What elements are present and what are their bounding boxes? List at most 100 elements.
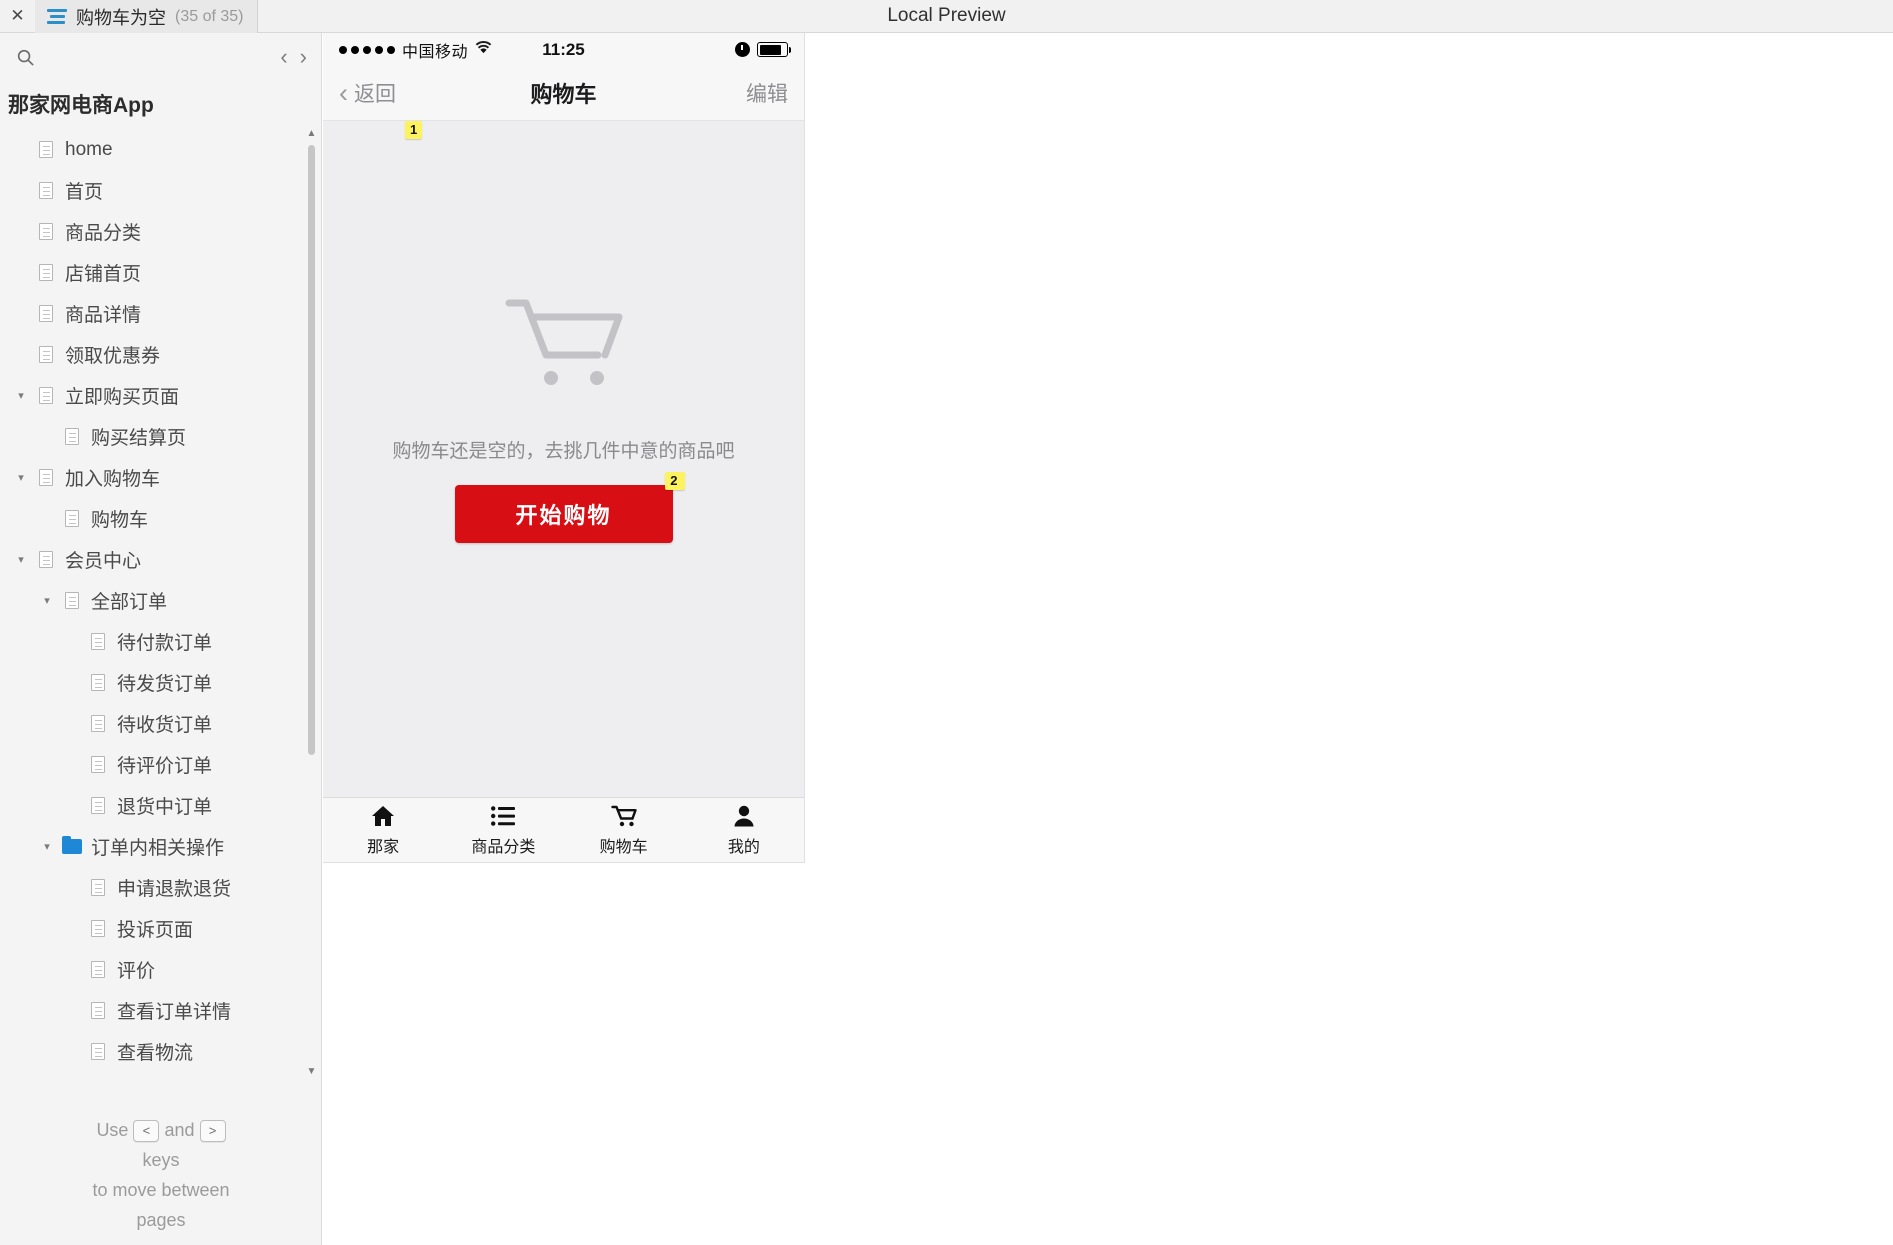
tree-item-label: 订单内相关操作 <box>91 838 225 859</box>
tree-item[interactable]: 待付款订单 <box>0 621 301 662</box>
document-icon <box>58 592 86 609</box>
tab-home[interactable]: 那家 <box>323 804 443 857</box>
tree-item[interactable]: 待发货订单 <box>0 662 301 703</box>
tree-item[interactable]: ▾ 立即购买页面 <box>0 375 301 416</box>
document-icon <box>32 387 60 404</box>
document-icon <box>84 920 112 937</box>
tree-item-label: 待评价订单 <box>117 756 213 777</box>
tab-categories[interactable]: 商品分类 <box>443 804 563 857</box>
tree-scrollbar[interactable]: ▲ ▼ <box>306 129 317 1079</box>
hint-line3: to move between <box>92 1180 230 1200</box>
document-icon <box>84 756 112 773</box>
tree-item-label: 申请退款退货 <box>117 879 232 900</box>
hint-line2: keys <box>142 1150 180 1170</box>
tree-item[interactable]: 投诉页面 <box>0 908 301 949</box>
hint-and: and <box>164 1120 195 1140</box>
tree-item-label: 查看订单详情 <box>117 1002 232 1023</box>
tree-item-label: home <box>65 138 113 160</box>
tree-item-label: 投诉页面 <box>117 920 194 941</box>
scrollbar-thumb[interactable] <box>308 145 315 755</box>
window-title: Local Preview <box>887 5 1006 26</box>
battery-icon <box>757 42 791 57</box>
tree-item[interactable]: 首页 <box>0 170 301 211</box>
tree-item-label: 待付款订单 <box>117 633 213 654</box>
menu-lines-icon <box>47 9 67 24</box>
document-icon <box>32 551 60 568</box>
tree-item-label: 商品分类 <box>65 223 142 244</box>
key-prev: < <box>133 1120 160 1143</box>
chevron-down-icon[interactable]: ▾ <box>36 840 58 853</box>
window-topbar: ✕ 购物车为空 (35 of 35) Local Preview <box>0 0 1893 33</box>
document-icon <box>58 428 86 445</box>
tree-item-label: 首页 <box>65 182 104 203</box>
document-icon <box>84 633 112 650</box>
chevron-down-icon[interactable]: ▾ <box>10 389 32 402</box>
tree-item-label: 立即购买页面 <box>65 387 180 408</box>
tree-item-label: 购物车 <box>91 510 149 531</box>
hotspot-marker-2: 2 <box>665 472 685 490</box>
document-icon <box>84 1043 112 1060</box>
sidebar-tree-wrapper: home 首页商品分类店铺首页商品详情领取优惠券 ▾ 立即购买页面购买结算页 ▾ 加入购物… <box>0 129 321 1079</box>
tab-categories-label: 商品分类 <box>471 839 536 856</box>
sidebar-toolbar: ‹ › <box>0 33 321 81</box>
prev-page-icon[interactable]: ‹ <box>280 46 287 68</box>
tree-item[interactable]: ▾ 加入购物车 <box>0 457 301 498</box>
tree-item[interactable]: 查看订单详情 <box>0 990 301 1031</box>
tree-item[interactable]: 我的优惠券 <box>0 1072 301 1079</box>
statusbar-right <box>735 42 791 57</box>
tab-home-label: 那家 <box>367 839 400 856</box>
phone-tabbar: 那家 商品分类 购物车 我的 <box>323 797 804 862</box>
search-icon[interactable] <box>8 40 42 74</box>
tree-item[interactable]: 退货中订单 <box>0 785 301 826</box>
scroll-down-icon[interactable]: ▼ <box>306 1067 317 1079</box>
tab-mine[interactable]: 我的 <box>684 804 804 857</box>
tree-item[interactable]: ▾ 订单内相关操作 <box>0 826 301 867</box>
chevron-down-icon[interactable]: ▾ <box>36 594 58 607</box>
tree-item-label: 领取优惠券 <box>65 346 161 367</box>
tree-item-label: 店铺首页 <box>65 264 142 285</box>
tree-item[interactable]: 申请退款退货 <box>0 867 301 908</box>
next-page-icon[interactable]: › <box>300 46 307 68</box>
close-icon[interactable]: ✕ <box>0 0 35 32</box>
chevron-down-icon[interactable]: ▾ <box>10 471 32 484</box>
statusbar-time: 11:25 <box>542 39 585 59</box>
tab-cart[interactable]: 购物车 <box>564 804 684 857</box>
tree-item[interactable]: home <box>0 129 301 170</box>
tab-cart-label: 购物车 <box>599 839 648 856</box>
hotspot-marker-1: 1 <box>405 121 423 139</box>
chevron-down-icon[interactable]: ▾ <box>10 553 32 566</box>
phone-navbar: ‹ 返回 购物车 编辑 1 <box>323 66 804 139</box>
document-icon <box>32 264 60 281</box>
tree-item[interactable]: 查看物流 <box>0 1031 301 1072</box>
document-icon <box>84 879 112 896</box>
tree-item[interactable]: 待收货订单 <box>0 703 301 744</box>
document-icon <box>58 510 86 527</box>
tree-item-label: 商品详情 <box>65 305 142 326</box>
tree-item[interactable]: 购买结算页 <box>0 416 301 457</box>
tree-item[interactable]: ▾ 全部订单 <box>0 580 301 621</box>
tree-item[interactable]: 购物车 <box>0 498 301 539</box>
cart-icon <box>610 804 637 828</box>
tree-item[interactable]: 商品详情 <box>0 293 301 334</box>
tree-item[interactable]: 评价 <box>0 949 301 990</box>
document-icon <box>32 182 60 199</box>
start-shopping-button[interactable]: 开始购物 2 <box>454 472 685 543</box>
empty-cart-message: 购物车还是空的，去挑几件中意的商品吧 <box>392 441 735 462</box>
tree-item-label: 加入购物车 <box>65 469 161 490</box>
tree-item[interactable]: 待评价订单 <box>0 744 301 785</box>
tree-item[interactable]: 领取优惠券 <box>0 334 301 375</box>
sidebar-pager: ‹ › <box>280 46 307 68</box>
tree-item-label: 评价 <box>117 961 156 982</box>
tree-item-label: 查看物流 <box>117 1043 194 1064</box>
document-icon <box>32 305 60 322</box>
document-icon <box>32 469 60 486</box>
tree-item[interactable]: ▾ 会员中心 <box>0 539 301 580</box>
scroll-up-icon[interactable]: ▲ <box>306 129 317 141</box>
tree-item[interactable]: 商品分类 <box>0 211 301 252</box>
preview-tab[interactable]: 购物车为空 (35 of 35) <box>35 0 259 33</box>
document-icon <box>84 961 112 978</box>
tree-item[interactable]: 店铺首页 <box>0 252 301 293</box>
document-icon <box>32 223 60 240</box>
list-icon <box>491 804 516 828</box>
document-icon <box>32 346 60 363</box>
